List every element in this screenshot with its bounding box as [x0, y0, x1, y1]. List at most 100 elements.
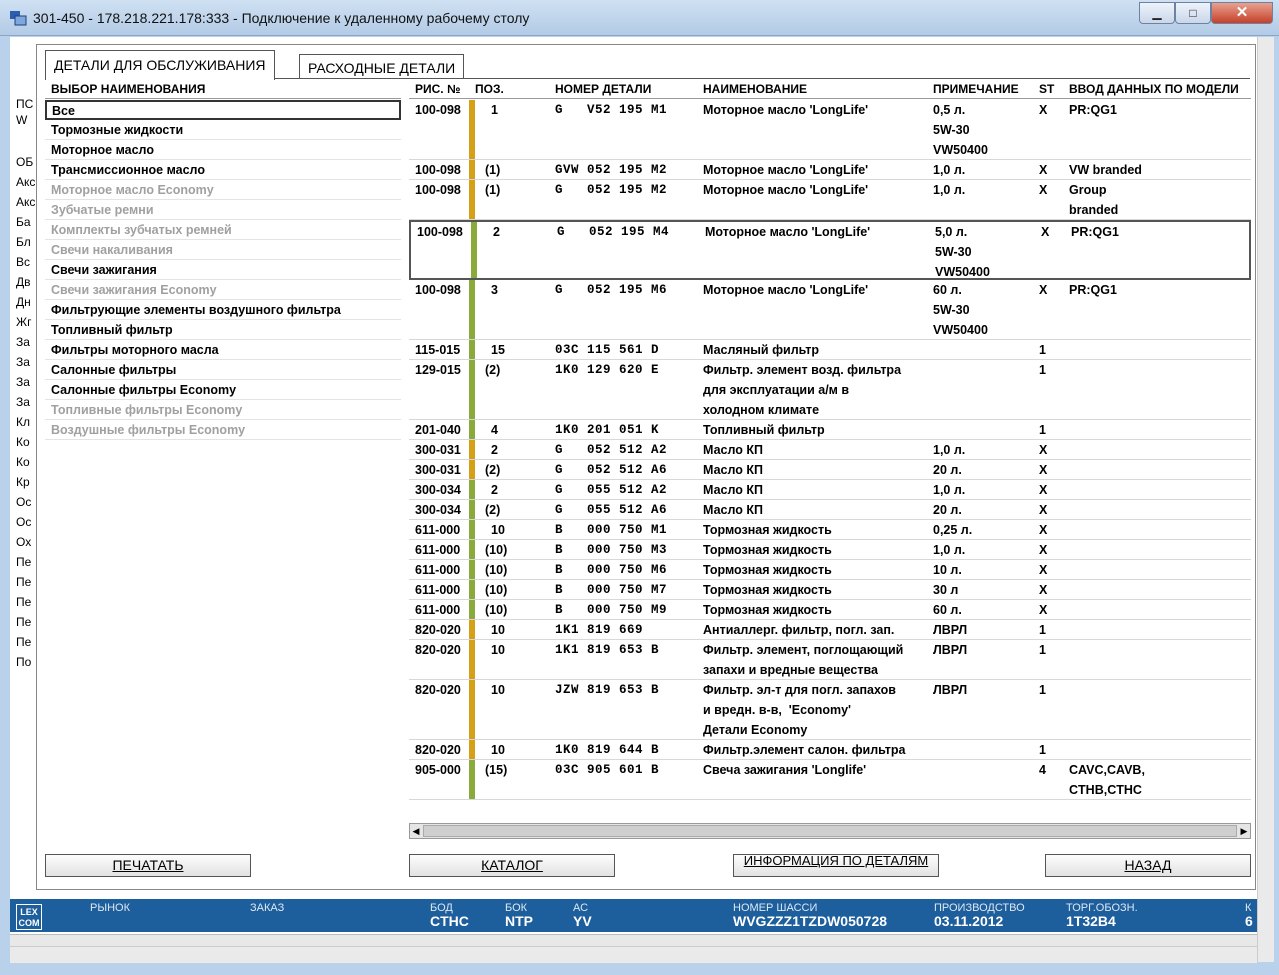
cell-ris: 100-098 — [417, 225, 463, 239]
table-row[interactable]: 820-020 10 JZW 819 653 B Фильтр. эл-т для п… — [409, 680, 1251, 740]
background-tab-strip — [10, 934, 1257, 946]
cell-note: ЛВРЛ — [933, 623, 968, 637]
table-row[interactable]: 820-020 10 1K0 819 644 B Фильтр.элемент сал… — [409, 740, 1251, 760]
cell-note: 30 л — [933, 583, 959, 597]
cell-note: 0,25 л. — [933, 523, 973, 537]
table-row[interactable]: 100-098 3 G 052 195 M6 Моторное масло 'Long… — [409, 280, 1251, 340]
table-row[interactable]: 300-031 2 G 052 512 A2 Масло КП 1,0 л. X — [409, 440, 1251, 460]
table-row[interactable]: 100-098 (1) G 052 195 M2 Моторное масло 'Lo… — [409, 180, 1251, 220]
cell-name: Тормозная жидкость — [703, 583, 832, 597]
cell-name: Фильтр.элемент салон. фильтра — [703, 743, 906, 757]
table-row[interactable]: 300-034 (2) G 055 512 A6 Масло КП 20 л. X — [409, 500, 1251, 520]
background-label: ОБ — [16, 155, 34, 169]
cell-note: 5,0 л. 5W-30 VW50400 — [935, 225, 990, 279]
table-row[interactable]: 100-098 (1) GVW 052 195 M2 Моторное масло '… — [409, 160, 1251, 180]
table-row[interactable]: 611-000 10 B 000 750 M1 Тормозная жидкость 0… — [409, 520, 1251, 540]
table-row[interactable]: 115-015 15 03C 115 561 D Масляный фильтр 1 — [409, 340, 1251, 360]
cell-name: Моторное масло 'LongLife' — [705, 225, 871, 239]
scroll-right-icon[interactable]: ▶ — [1238, 824, 1250, 838]
title-bar: 301-450 - 178.218.221.178:333 - Подключе… — [0, 0, 1279, 36]
cell-part-number: B 000 750 M6 — [555, 563, 668, 577]
category-item: Свечи зажигания Economy — [45, 280, 401, 300]
background-label: Дв — [16, 275, 31, 289]
status-bar-indicator — [469, 580, 475, 599]
cell-name: Масло КП — [703, 463, 763, 477]
cell-ris: 300-034 — [415, 503, 461, 517]
category-item[interactable]: Тормозные жидкости — [45, 120, 401, 140]
background-label: ПС — [16, 97, 34, 111]
bod-value: CTHC — [430, 913, 469, 929]
table-row[interactable]: 905-000 (15) 03C 905 601 B Свеча зажигания … — [409, 760, 1251, 800]
background-label: Жг — [16, 315, 32, 329]
status-bar-indicator — [469, 540, 475, 559]
cell-name: Масляный фильтр — [703, 343, 819, 357]
back-button[interactable]: НАЗАД — [1045, 854, 1251, 877]
cell-poz: 10 — [491, 643, 505, 657]
status-bar-indicator — [469, 760, 475, 799]
cell-name: Моторное масло 'LongLife' — [703, 103, 869, 117]
maximize-button[interactable]: □ — [1175, 2, 1211, 24]
table-row[interactable]: 820-020 10 1K1 819 653 B Фильтр. элемент, п… — [409, 640, 1251, 680]
cell-st: X — [1039, 603, 1048, 617]
category-list-header: ВЫБОР НАИМЕНОВАНИЯ — [45, 79, 401, 99]
scroll-thumb[interactable] — [423, 825, 1237, 837]
horizontal-scrollbar-window[interactable] — [10, 946, 1257, 963]
close-button[interactable]: ✕ — [1211, 2, 1273, 24]
table-horizontal-scrollbar[interactable]: ◀ ▶ — [409, 823, 1251, 839]
table-row[interactable]: 100-098 2 G 052 195 M4 Моторное масло 'Long… — [409, 220, 1251, 280]
cell-poz: 10 — [491, 743, 505, 757]
scroll-left-icon[interactable]: ◀ — [410, 824, 422, 838]
table-row[interactable]: 611-000 (10) B 000 750 M7 Тормозная жидкост… — [409, 580, 1251, 600]
print-button[interactable]: ПЕЧАТАТЬ — [45, 854, 251, 877]
parts-info-button[interactable]: ИНФОРМАЦИЯ ПО ДЕТАЛЯМ — [733, 854, 939, 877]
cell-st: 1 — [1039, 683, 1046, 697]
table-row[interactable]: 611-000 (10) B 000 750 M6 Тормозная жидкост… — [409, 560, 1251, 580]
remote-desktop-icon — [10, 11, 27, 26]
cell-ris: 300-031 — [415, 443, 461, 457]
category-item[interactable]: Топливный фильтр — [45, 320, 401, 340]
cell-name: Моторное масло 'LongLife' — [703, 183, 869, 197]
parts-table-header: РИС. № ПОЗ. НОМЕР ДЕТАЛИ НАИМЕНОВАНИЕ ПР… — [409, 79, 1251, 99]
cell-st: X — [1039, 543, 1048, 557]
table-row[interactable]: 129-015 (2) 1K0 129 620 E Фильтр. элемент в… — [409, 360, 1251, 420]
minimize-button[interactable]: ▁ — [1139, 2, 1175, 24]
category-item[interactable]: Моторное масло — [45, 140, 401, 160]
category-item[interactable]: Трансмиссионное масло — [45, 160, 401, 180]
table-row[interactable]: 300-034 2 G 055 512 A2 Масло КП 1,0 л. X — [409, 480, 1251, 500]
cell-st: X — [1039, 283, 1048, 297]
status-bar-indicator — [469, 420, 475, 439]
table-row[interactable]: 611-000 (10) B 000 750 M3 Тормозная жидкост… — [409, 540, 1251, 560]
category-item: Зубчатые ремни — [45, 200, 401, 220]
cell-part-number: G 055 512 A2 — [555, 483, 668, 497]
cell-st: 4 — [1039, 763, 1046, 777]
tab-consumables[interactable]: РАСХОДНЫЕ ДЕТАЛИ — [299, 54, 465, 78]
status-bar-indicator — [469, 740, 475, 759]
cell-part-number: JZW 819 653 B — [555, 683, 660, 697]
catalog-button[interactable]: КАТАЛОГ — [409, 854, 615, 877]
cell-part-number: G 052 195 M6 — [555, 283, 668, 297]
category-item[interactable]: Все — [45, 100, 401, 120]
table-row[interactable]: 100-098 1 G V52 195 M1 Моторное масло 'Long… — [409, 100, 1251, 160]
category-item[interactable]: Салонные фильтры Economy — [45, 380, 401, 400]
category-item[interactable]: Фильтрующие элементы воздушного фильтра — [45, 300, 401, 320]
table-row[interactable]: 611-000 (10) B 000 750 M9 Тормозная жидкост… — [409, 600, 1251, 620]
cell-part-number: 1K0 819 644 B — [555, 743, 660, 757]
cell-name: Тормозная жидкость — [703, 563, 832, 577]
category-item[interactable]: Фильтры моторного масла — [45, 340, 401, 360]
cell-poz: (10) — [485, 563, 508, 577]
cell-note: 10 л. — [933, 563, 962, 577]
cell-note: 20 л. — [933, 503, 962, 517]
table-row[interactable]: 300-031 (2) G 052 512 A6 Масло КП 20 л. X — [409, 460, 1251, 480]
cell-poz: (10) — [485, 543, 508, 557]
k-value: 6 — [1245, 913, 1253, 929]
category-item[interactable]: Салонные фильтры — [45, 360, 401, 380]
vertical-scrollbar[interactable] — [1257, 37, 1274, 962]
background-label: Кр — [16, 475, 30, 489]
table-row[interactable]: 820-020 10 1K1 819 669 Антиаллерг. фильтр, … — [409, 620, 1251, 640]
category-item[interactable]: Свечи зажигания — [45, 260, 401, 280]
tab-service-parts[interactable]: ДЕТАЛИ ДЛЯ ОБСЛУЖИВАНИЯ — [45, 50, 275, 80]
cell-st: X — [1039, 583, 1048, 597]
cell-ris: 611-000 — [415, 523, 461, 537]
table-row[interactable]: 201-040 4 1K0 201 051 K Топливный фильтр 1 — [409, 420, 1251, 440]
cell-name: Масло КП — [703, 443, 763, 457]
